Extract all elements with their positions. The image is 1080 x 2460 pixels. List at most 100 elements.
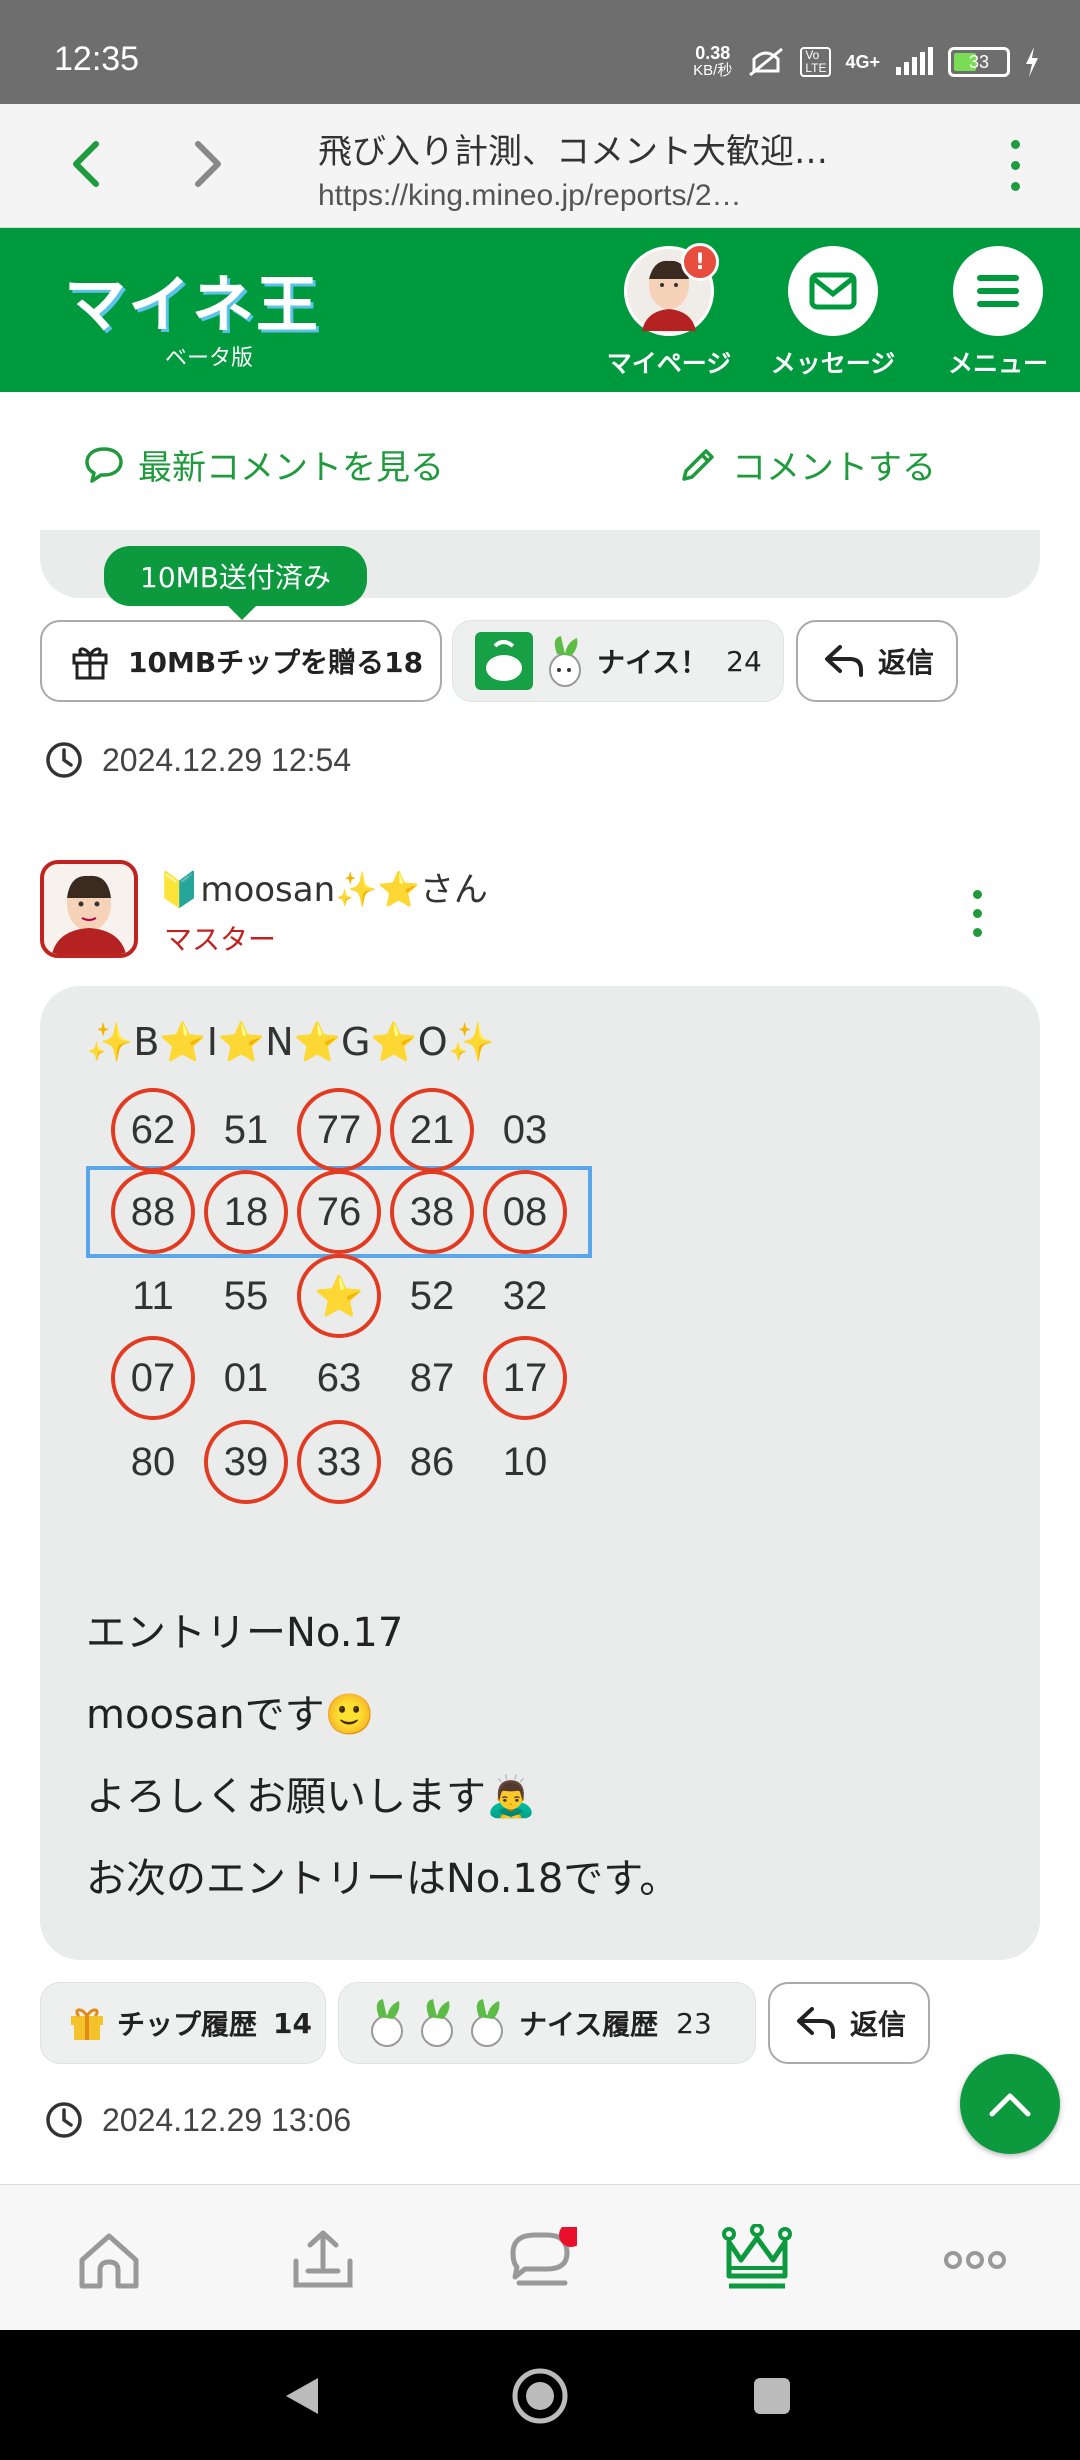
previous-post-timestamp: 2024.12.29 12:54 (44, 740, 351, 780)
radish-icon (549, 636, 581, 687)
notification-badge: ! (681, 243, 719, 281)
volte-icon: Vo LTE (800, 47, 832, 77)
bingo-cell: 32 (502, 1273, 548, 1318)
post-username[interactable]: 🔰moosan✨⭐さん (158, 862, 488, 911)
clock-icon (46, 742, 82, 778)
bingo-cell: 88 (111, 1170, 195, 1254)
nav-more[interactable] (930, 2215, 1020, 2305)
more-dots-icon (944, 2251, 1006, 2269)
nav-king[interactable] (712, 2215, 802, 2305)
nav-upload[interactable] (278, 2215, 368, 2305)
bingo-cell: 21 (390, 1088, 474, 1172)
tip-history-button[interactable]: チップ履歴 14 (40, 1982, 326, 2064)
bingo-cell: 63 (316, 1355, 362, 1400)
browser-menu-button[interactable] (1011, 140, 1020, 191)
nav-home[interactable] (64, 2215, 154, 2305)
bingo-cell: 17 (483, 1336, 567, 1420)
nice-history-button[interactable]: ナイス履歴 23 (338, 1982, 756, 2064)
square-recents-icon (754, 2378, 790, 2414)
chevron-left-icon (73, 141, 99, 187)
circle-home-icon (512, 2368, 568, 2424)
nice-button[interactable]: ナイス！ 24 (452, 620, 784, 702)
bingo-cell: 18 (204, 1170, 288, 1254)
url-text: https://king.mineo.jp/reports/2… (318, 179, 742, 212)
avatar[interactable] (40, 860, 138, 958)
bingo-cell: 07 (111, 1336, 195, 1420)
status-bar: 12:35 0.38 KB/秒 Vo LTE 4G+ 33 (0, 0, 1080, 104)
tip-sent-tooltip: 10MB送付済み (104, 546, 367, 620)
bingo-cell: 33 (297, 1420, 381, 1504)
signal-icon (896, 47, 933, 75)
bingo-cell: 10 (502, 1439, 548, 1484)
back-button[interactable] (54, 132, 118, 196)
message-button[interactable]: メッセージ (768, 246, 898, 380)
mypage-button[interactable]: ! マイページ (604, 243, 734, 380)
site-logo[interactable]: マイネ王 ベータ版 (64, 254, 320, 372)
radish-icon (421, 1999, 453, 2047)
system-navigation-bar (0, 2330, 1080, 2460)
post-text-line: moosanです🙂 (86, 1692, 375, 1738)
post-text-line: お次のエントリーはNo.18です。 (86, 1856, 680, 1902)
nice-stamp-icon (475, 632, 533, 690)
bottom-navigation (0, 2184, 1080, 2330)
bingo-cell: 38 (390, 1170, 474, 1254)
bingo-cell: 01 (223, 1355, 269, 1400)
forward-button[interactable] (176, 132, 240, 196)
browser-toolbar: 飛び入り計測、コメント大歓迎… https://king.mineo.jp/re… (0, 104, 1080, 228)
clock-icon (46, 2102, 82, 2138)
bingo-cell: 77 (297, 1088, 381, 1172)
status-icons: 0.38 KB/秒 Vo LTE 4G+ 33 (693, 44, 1040, 80)
reply-arrow-icon (825, 645, 863, 677)
send-tip-button[interactable]: 10MBチップを贈る18 (40, 620, 442, 702)
write-comment-link[interactable]: コメントする (678, 440, 936, 489)
system-recents-button[interactable] (752, 2376, 792, 2420)
envelope-icon (809, 272, 857, 310)
post-menu-button[interactable] (973, 890, 1020, 937)
system-home-button[interactable] (510, 2366, 570, 2430)
mute-icon (749, 47, 784, 77)
status-time: 12:35 (54, 40, 140, 78)
bingo-cell: 86 (409, 1439, 455, 1484)
bingo-cell: 03 (502, 1107, 548, 1152)
bingo-cell: ⭐ (297, 1254, 381, 1338)
page-title: 飛び入り計測、コメント大歓迎… (318, 132, 828, 172)
bingo-cell: 11 (132, 1273, 174, 1318)
chevron-right-icon (195, 141, 221, 187)
home-icon (79, 2233, 139, 2289)
latest-comments-link[interactable]: 最新コメントを見る (84, 440, 444, 489)
app-header: マイネ王 ベータ版 ! マイページ メッセージ メニュー (0, 228, 1080, 392)
hamburger-icon (977, 275, 1019, 307)
post-text-line: エントリーNo.17 (86, 1610, 404, 1656)
charging-icon (1026, 47, 1038, 77)
bingo-cell: 08 (483, 1170, 567, 1254)
address-bar[interactable]: 飛び入り計測、コメント大歓迎… https://king.mineo.jp/re… (318, 124, 918, 213)
bingo-cell: 52 (409, 1273, 455, 1318)
post-timestamp: 2024.12.29 13:06 (44, 2100, 351, 2140)
post-text-line: よろしくお願いします🙇‍♂️ (86, 1774, 536, 1820)
radish-icon (371, 1999, 403, 2047)
network-type: 4G+ (845, 51, 880, 72)
menu-button[interactable]: メニュー (933, 246, 1063, 380)
chat-icon (510, 2227, 577, 2286)
battery-icon: 33 (948, 47, 1010, 77)
bingo-cell: 62 (111, 1088, 195, 1172)
nav-community[interactable] (496, 2215, 586, 2305)
user-avatar-icon (52, 875, 126, 954)
gift-icon (72, 647, 108, 680)
scroll-to-top-button[interactable] (960, 2054, 1060, 2154)
user-rank: マスター (164, 923, 277, 956)
speech-bubble-icon (85, 446, 123, 483)
gift-icon (71, 2008, 103, 2040)
upload-tray-icon (293, 2230, 353, 2288)
reply-button[interactable]: 返信 (768, 1982, 930, 2064)
net-speed: 0.38 KB/秒 (693, 43, 733, 79)
pencil-icon (682, 448, 714, 481)
bingo-cell: 55 (223, 1273, 269, 1318)
triangle-back-icon (286, 2378, 318, 2414)
system-back-button[interactable] (282, 2374, 322, 2422)
radish-icon (471, 1999, 503, 2047)
reply-button[interactable]: 返信 (796, 620, 958, 702)
chevron-up-icon (989, 2093, 1031, 2117)
bingo-cell: 87 (409, 1355, 455, 1400)
bingo-cell: 80 (130, 1439, 176, 1484)
